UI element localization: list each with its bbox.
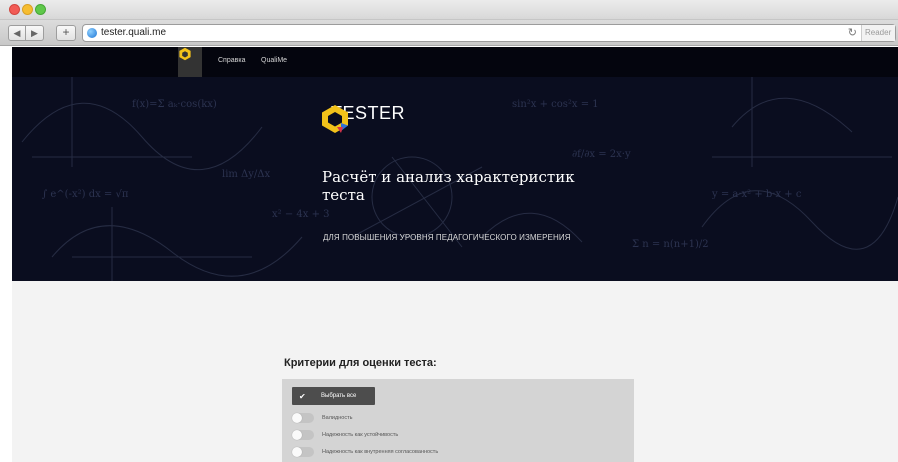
svg-text:∂f/∂x = 2x·y: ∂f/∂x = 2x·y [572, 149, 631, 160]
criterion-toggle[interactable] [292, 430, 314, 440]
hero-section: f(x)=Σ aₖ·cos(kx) ∫ e^(-x²) dx = √π lim … [12, 47, 898, 281]
checkmark-icon: ✔ [299, 391, 306, 401]
chalkboard-background: f(x)=Σ aₖ·cos(kx) ∫ e^(-x²) dx = √π lim … [21, 77, 898, 281]
hero-subtitle: ДЛЯ ПОВЫШЕНИЯ УРОВНЯ ПЕДАГОГИЧЕСКОГО ИЗМ… [323, 233, 571, 242]
criterion-toggle[interactable] [292, 447, 314, 457]
brand: TESTER [319, 103, 405, 133]
svg-text:∫ e^(-x²) dx = √π: ∫ e^(-x²) dx = √π [42, 189, 129, 200]
svg-text:x² − 4x + 3: x² − 4x + 3 [272, 209, 330, 220]
svg-text:Σ n = n(n+1)/2: Σ n = n(n+1)/2 [632, 239, 709, 250]
criteria-panel: ✔ Выбрать все Валидность Надежность как … [282, 379, 634, 462]
svg-text:y = a·x² + b·x + c: y = a·x² + b·x + c [711, 189, 802, 200]
close-window-button[interactable] [9, 4, 20, 15]
svg-text:lim Δy/Δx: lim Δy/Δx [222, 169, 271, 180]
select-all-button[interactable]: ✔ Выбрать все [292, 387, 375, 405]
main-content: Критерии для оценки теста: ✔ Выбрать все… [12, 281, 898, 462]
globe-icon [87, 28, 97, 38]
browser-window: ◀ ▶ + tester.quali.me ↻ Reader f(x)=Σ aₖ… [0, 0, 898, 462]
reader-button[interactable]: Reader [861, 25, 895, 41]
address-bar[interactable]: tester.quali.me ↻ Reader [82, 24, 896, 42]
criterion-label: Надежность как устойчивость [322, 432, 399, 438]
criterion-row: Надежность как внутренняя согласованност… [292, 446, 438, 458]
hero-title: Расчёт и анализ характеристик теста [322, 168, 575, 204]
new-tab-button[interactable]: + [56, 25, 76, 41]
web-page: f(x)=Σ aₖ·cos(kx) ∫ e^(-x²) dx = √π lim … [12, 47, 898, 462]
url-text[interactable]: tester.quali.me [101, 27, 166, 38]
forward-button[interactable]: ▶ [26, 25, 44, 41]
toggle-knob [292, 413, 302, 423]
criterion-label: Валидность [322, 415, 353, 421]
title-bar [0, 0, 898, 20]
back-button[interactable]: ◀ [8, 25, 26, 41]
nav-link-help[interactable]: Справка [218, 57, 245, 64]
toggle-knob [292, 430, 302, 440]
reload-icon[interactable]: ↻ [848, 26, 857, 39]
criteria-heading: Критерии для оценки теста: [284, 357, 437, 369]
criterion-row: Надежность как устойчивость [292, 429, 398, 441]
zoom-window-button[interactable] [35, 4, 46, 15]
criterion-row: Валидность [292, 412, 352, 424]
svg-text:sin²x + cos²x = 1: sin²x + cos²x = 1 [512, 99, 599, 110]
nav-link-qualime[interactable]: QualiMe [261, 57, 287, 64]
svg-text:f(x)=Σ aₖ·cos(kx): f(x)=Σ aₖ·cos(kx) [132, 99, 217, 110]
history-buttons: ◀ ▶ [8, 25, 44, 41]
tester-logo-icon [322, 105, 348, 133]
top-navigation: Справка QualiMe [12, 47, 898, 77]
browser-toolbar: ◀ ▶ + tester.quali.me ↻ Reader [0, 20, 898, 46]
toggle-knob [292, 447, 302, 457]
criterion-toggle[interactable] [292, 413, 314, 423]
nav-logo-icon[interactable] [178, 47, 202, 77]
select-all-label: Выбрать все [321, 393, 357, 399]
criterion-label: Надежность как внутренняя согласованност… [322, 449, 439, 455]
minimize-window-button[interactable] [22, 4, 33, 15]
